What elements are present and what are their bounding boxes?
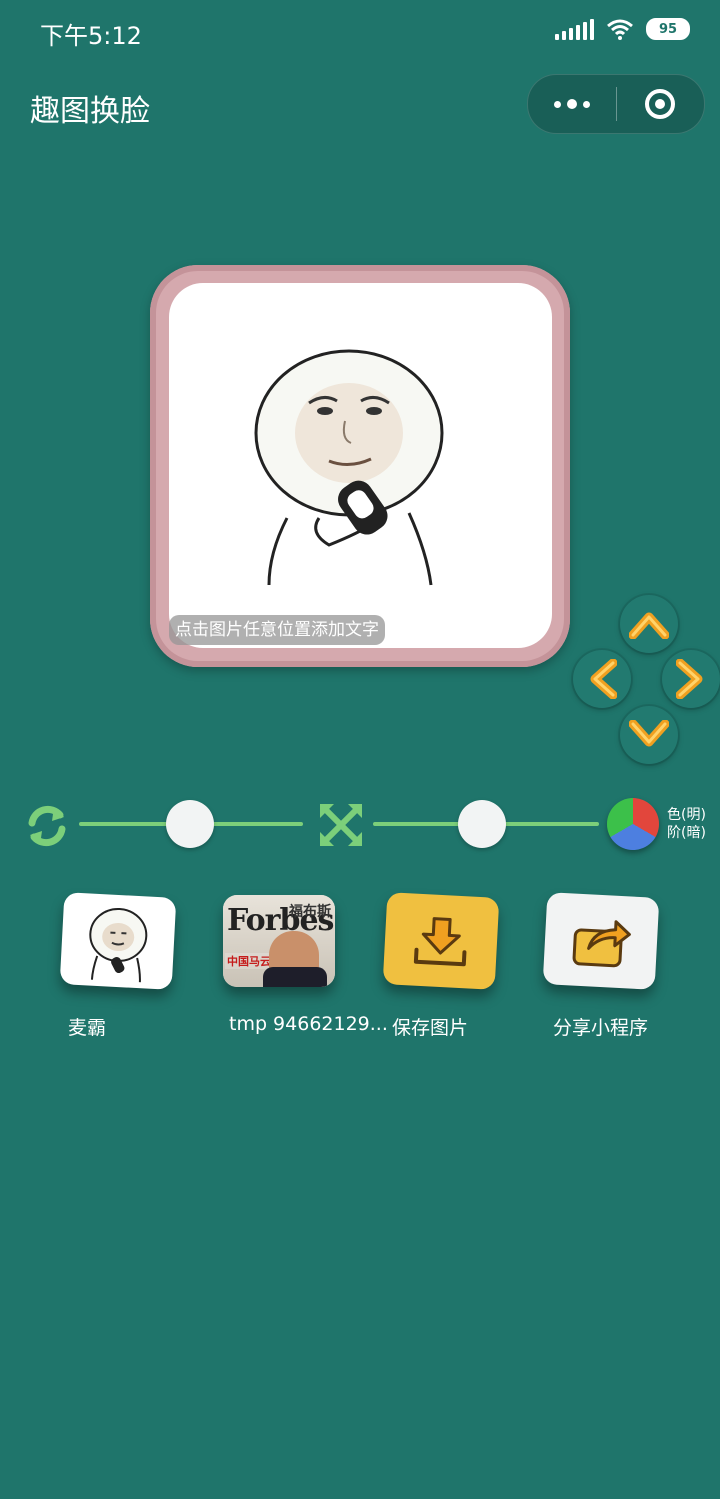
meme-image: [254, 349, 444, 586]
more-button[interactable]: [528, 75, 616, 133]
status-icons: 95: [555, 18, 690, 40]
battery-indicator: 95: [646, 18, 690, 40]
arrow-up-icon: [629, 612, 669, 639]
move-left-button[interactable]: [573, 650, 631, 708]
close-button[interactable]: [617, 75, 705, 133]
color-label-dark: 阶(暗): [667, 825, 706, 841]
status-time: 下午5:12: [40, 22, 142, 50]
magazine-headline: 中国马云: [225, 953, 273, 969]
wifi-icon: [607, 19, 633, 40]
rotate-icon[interactable]: [24, 803, 70, 853]
share-mini-program-tile[interactable]: [542, 892, 660, 990]
rotate-slider-knob[interactable]: [166, 800, 214, 848]
add-text-hint: 点击图片任意位置添加文字: [169, 615, 385, 645]
download-icon: [413, 917, 467, 967]
more-dots-icon: [553, 99, 590, 109]
tile-label-share: 分享小程序: [553, 1017, 649, 1039]
magazine-cn-title: 福布斯: [289, 904, 331, 920]
arrow-left-icon: [590, 659, 617, 699]
scale-slider-knob[interactable]: [458, 800, 506, 848]
move-down-button[interactable]: [620, 706, 678, 764]
scale-icon[interactable]: [318, 802, 364, 852]
signal-icon: [555, 18, 594, 40]
tile-label-user-photo: tmp 94662129...: [229, 1013, 388, 1035]
save-image-tile[interactable]: [382, 892, 500, 990]
user-photo-tile[interactable]: Forbes 福布斯 中国马云: [223, 895, 335, 987]
share-icon: [572, 920, 631, 968]
color-label-light: 色(明): [667, 807, 706, 823]
template-maiba-tile[interactable]: [59, 892, 177, 990]
color-label: 色(明) 阶(暗): [667, 806, 706, 842]
tile-label-maiba: 麦霸: [68, 1017, 107, 1039]
arrow-down-icon: [629, 720, 669, 747]
mini-program-capsule: [527, 74, 705, 134]
meme-thumbnail: [89, 908, 148, 983]
color-picker-button[interactable]: [607, 798, 659, 850]
tile-label-save: 保存图片: [392, 1017, 469, 1039]
portrait-suit: [263, 967, 327, 987]
target-icon: [645, 89, 676, 119]
move-right-button[interactable]: [662, 650, 720, 708]
page-title: 趣图换脸: [30, 94, 150, 129]
move-up-button[interactable]: [620, 595, 678, 653]
arrow-right-icon: [676, 659, 703, 699]
face-swap-canvas[interactable]: [169, 283, 552, 648]
